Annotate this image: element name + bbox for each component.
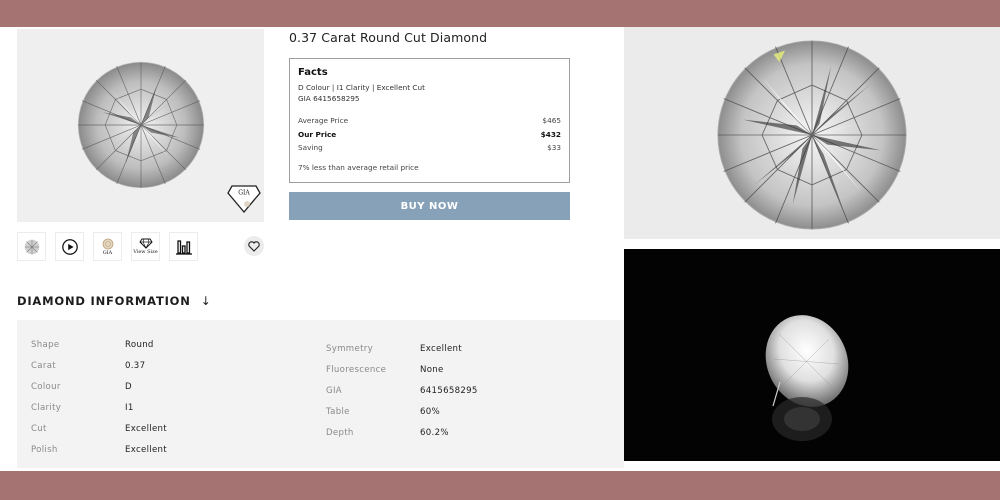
wishlist-button[interactable] [244, 236, 264, 256]
video-thumbnail[interactable] [55, 232, 84, 261]
price-value: $33 [547, 143, 561, 152]
certificate-thumbnail-label: GIA [102, 249, 113, 256]
thumbnail-strip: GIA View Size [17, 232, 198, 261]
top-frame-band [0, 0, 1000, 27]
diamond-information-panel: Shape Round Carat 0.37 Colour D Clarity I1 C… [17, 320, 624, 468]
diamond-photo-icon [24, 239, 39, 254]
diamond-thumbnail[interactable] [17, 232, 46, 261]
our-price-row: Our Price $432 [298, 128, 561, 142]
spec-row: Depth 60.2% [326, 422, 478, 443]
arrow-down-icon: ↓ [200, 294, 212, 308]
spec-row: Shape Round [31, 334, 167, 355]
spec-row: Polish Excellent [31, 439, 167, 460]
gia-badge-icon: GIA [227, 185, 261, 214]
spec-value: Excellent [125, 423, 167, 434]
price-label: Our Price [298, 129, 337, 139]
average-price-row: Average Price $465 [298, 114, 561, 128]
spec-label: Carat [31, 360, 56, 371]
spec-value: 60% [420, 406, 441, 417]
heart-icon [248, 240, 260, 252]
spec-label: Shape [31, 339, 60, 350]
view-size-thumbnail[interactable]: View Size [131, 232, 160, 261]
spec-value: I1 [125, 402, 134, 413]
spec-label: GIA [326, 385, 342, 396]
diamond-outline-icon [138, 238, 153, 249]
savings-note: 7% less than average retail price [298, 162, 419, 172]
round-diamond-image [77, 61, 205, 189]
diamond-side-image [765, 315, 849, 441]
round-diamond-image [717, 40, 907, 230]
play-icon [61, 238, 78, 255]
spec-row: Table 60% [326, 401, 478, 422]
spec-column-right: Symmetry Excellent Fluorescence None GIA 64… [326, 338, 478, 443]
facts-summary: D Colour | I1 Clarity | Excellent Cut [298, 83, 425, 92]
spec-row: Carat 0.37 [31, 355, 167, 376]
product-title: 0.37 Carat Round Cut Diamond [289, 30, 488, 45]
certificate-thumbnail[interactable]: GIA [93, 232, 122, 261]
spec-label: Polish [31, 444, 58, 455]
spec-value: Excellent [125, 444, 167, 455]
price-label: Saving [298, 143, 323, 152]
bar-chart-icon [175, 239, 192, 255]
spec-row: Colour D [31, 376, 167, 397]
facts-box: Facts D Colour | I1 Clarity | Excellent … [289, 58, 570, 183]
price-label: Average Price [298, 116, 349, 125]
diamond-information-heading: DIAMOND INFORMATION [17, 294, 191, 308]
spec-label: Table [326, 406, 350, 417]
price-value: $432 [540, 129, 561, 139]
spec-value: Round [125, 339, 154, 350]
spec-label: Clarity [31, 402, 62, 413]
spec-row: Cut Excellent [31, 418, 167, 439]
spec-value: 6415658295 [420, 385, 478, 396]
main-product-image[interactable]: GIA [17, 29, 264, 222]
spec-row: Fluorescence None [326, 359, 478, 380]
spec-row: Clarity I1 [31, 397, 167, 418]
spec-column-left: Shape Round Carat 0.37 Colour D Clarity I1 C… [31, 334, 167, 460]
gia-seal-icon [102, 238, 113, 249]
saving-row: Saving $33 [298, 141, 561, 155]
view-size-thumbnail-label: View Size [133, 249, 158, 255]
facts-certificate: GIA 6415658295 [298, 94, 360, 103]
chart-thumbnail[interactable] [169, 232, 198, 261]
gia-badge-label: GIA [238, 190, 250, 197]
buy-now-button[interactable]: BUY NOW [289, 192, 570, 220]
price-rows: Average Price $465 Our Price $432 Saving… [298, 114, 561, 155]
spec-label: Symmetry [326, 343, 373, 354]
spec-value: Excellent [420, 343, 462, 354]
spec-row: GIA 6415658295 [326, 380, 478, 401]
diamond-top-view-photo [624, 27, 1000, 239]
spec-value: D [125, 381, 132, 392]
spec-label: Colour [31, 381, 61, 392]
bottom-frame-band [0, 471, 1000, 500]
spec-value: 60.2% [420, 427, 449, 438]
diamond-information-toggle[interactable]: DIAMOND INFORMATION ↓ [17, 294, 212, 308]
spec-value: 0.37 [125, 360, 146, 371]
spec-label: Cut [31, 423, 47, 434]
spec-label: Depth [326, 427, 354, 438]
price-value: $465 [542, 116, 561, 125]
spec-label: Fluorescence [326, 364, 387, 375]
facts-heading: Facts [298, 67, 328, 78]
spec-value: None [420, 364, 444, 375]
spec-row: Symmetry Excellent [326, 338, 478, 359]
diamond-side-view-photo [624, 249, 1000, 461]
